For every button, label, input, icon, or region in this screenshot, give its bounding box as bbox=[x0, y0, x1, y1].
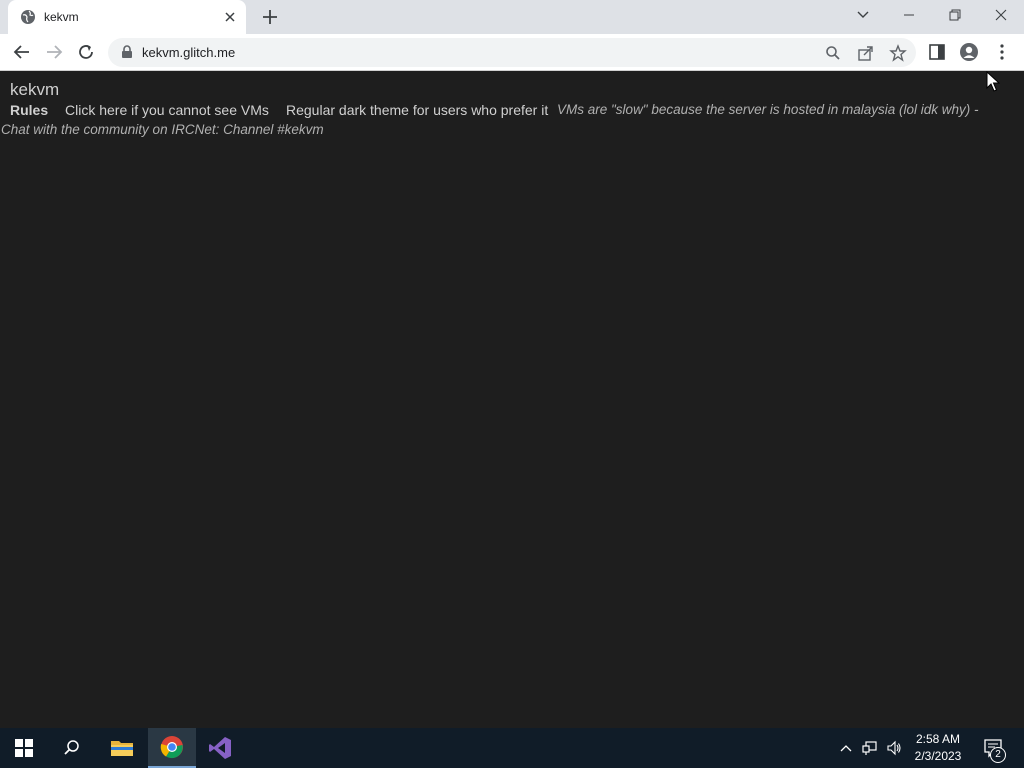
network-icon bbox=[862, 741, 877, 755]
volume-button[interactable] bbox=[884, 738, 904, 758]
lock-icon bbox=[122, 45, 132, 58]
back-button[interactable] bbox=[10, 40, 34, 64]
tab-search-button[interactable] bbox=[840, 0, 886, 30]
close-window-button[interactable] bbox=[978, 0, 1024, 30]
chrome-taskbar-button[interactable] bbox=[148, 728, 196, 768]
start-button[interactable] bbox=[0, 728, 48, 768]
mouse-cursor-icon bbox=[986, 71, 1000, 92]
rules-link[interactable]: Rules bbox=[10, 100, 48, 120]
restore-button[interactable] bbox=[932, 0, 978, 30]
show-hidden-icons-button[interactable] bbox=[836, 738, 856, 758]
search-taskbar-button[interactable] bbox=[48, 728, 96, 768]
close-tab-icon[interactable] bbox=[222, 9, 238, 25]
notice-text: VMs are "slow" because the server is hos… bbox=[557, 102, 979, 117]
visual-studio-icon bbox=[209, 737, 231, 759]
speaker-icon bbox=[887, 740, 901, 756]
notification-count-badge: 2 bbox=[990, 747, 1006, 763]
taskbar: 2:58 AM 2/3/2023 2 bbox=[0, 728, 1024, 768]
irc-notice-text: Chat with the community on IRCNet: Chann… bbox=[1, 122, 324, 137]
reload-icon bbox=[79, 45, 93, 59]
minimize-button[interactable] bbox=[886, 0, 932, 30]
clock-time: 2:58 AM bbox=[915, 732, 961, 746]
browser-tab[interactable]: kekvm bbox=[8, 0, 246, 34]
system-clock[interactable]: 2:58 AM 2/3/2023 bbox=[908, 731, 968, 765]
folder-icon bbox=[111, 741, 133, 756]
file-explorer-button[interactable] bbox=[98, 728, 146, 768]
bookmark-star-icon[interactable] bbox=[889, 44, 907, 62]
search-icon[interactable] bbox=[824, 44, 842, 62]
menu-kebab-icon[interactable] bbox=[992, 42, 1012, 62]
network-button[interactable] bbox=[860, 738, 880, 758]
visual-studio-button[interactable] bbox=[196, 728, 244, 768]
side-panel-icon[interactable] bbox=[927, 42, 947, 62]
arrow-left-icon bbox=[13, 45, 29, 59]
restore-icon bbox=[949, 9, 961, 21]
forward-button[interactable] bbox=[42, 40, 66, 64]
reload-button[interactable] bbox=[74, 40, 98, 64]
chevron-down-icon bbox=[857, 11, 869, 18]
search-icon bbox=[64, 740, 79, 755]
chrome-icon bbox=[160, 736, 183, 759]
tab-strip: kekvm bbox=[0, 0, 1024, 34]
clock-date: 2/3/2023 bbox=[914, 749, 962, 763]
minimize-icon bbox=[904, 14, 914, 16]
tab-title: kekvm bbox=[44, 10, 79, 24]
cannot-see-vms-link[interactable]: Click here if you cannot see VMs bbox=[65, 100, 269, 120]
new-tab-icon[interactable] bbox=[260, 7, 280, 27]
url-text[interactable]: kekvm.glitch.me bbox=[142, 45, 235, 60]
browser-toolbar: kekvm.glitch.me bbox=[0, 34, 1024, 71]
windows-logo-icon bbox=[15, 739, 33, 757]
address-bar[interactable]: kekvm.glitch.me bbox=[108, 38, 916, 67]
arrow-right-icon bbox=[47, 45, 63, 59]
dark-theme-link[interactable]: Regular dark theme for users who prefer … bbox=[286, 100, 548, 120]
close-icon bbox=[995, 9, 1007, 21]
globe-icon bbox=[21, 10, 35, 24]
share-icon[interactable] bbox=[857, 44, 875, 62]
chevron-up-icon bbox=[840, 745, 852, 752]
profile-avatar-icon[interactable] bbox=[959, 42, 979, 62]
site-title: kekvm bbox=[10, 80, 60, 99]
page-content: kekvm Rules Click here if you cannot see… bbox=[0, 71, 1024, 728]
